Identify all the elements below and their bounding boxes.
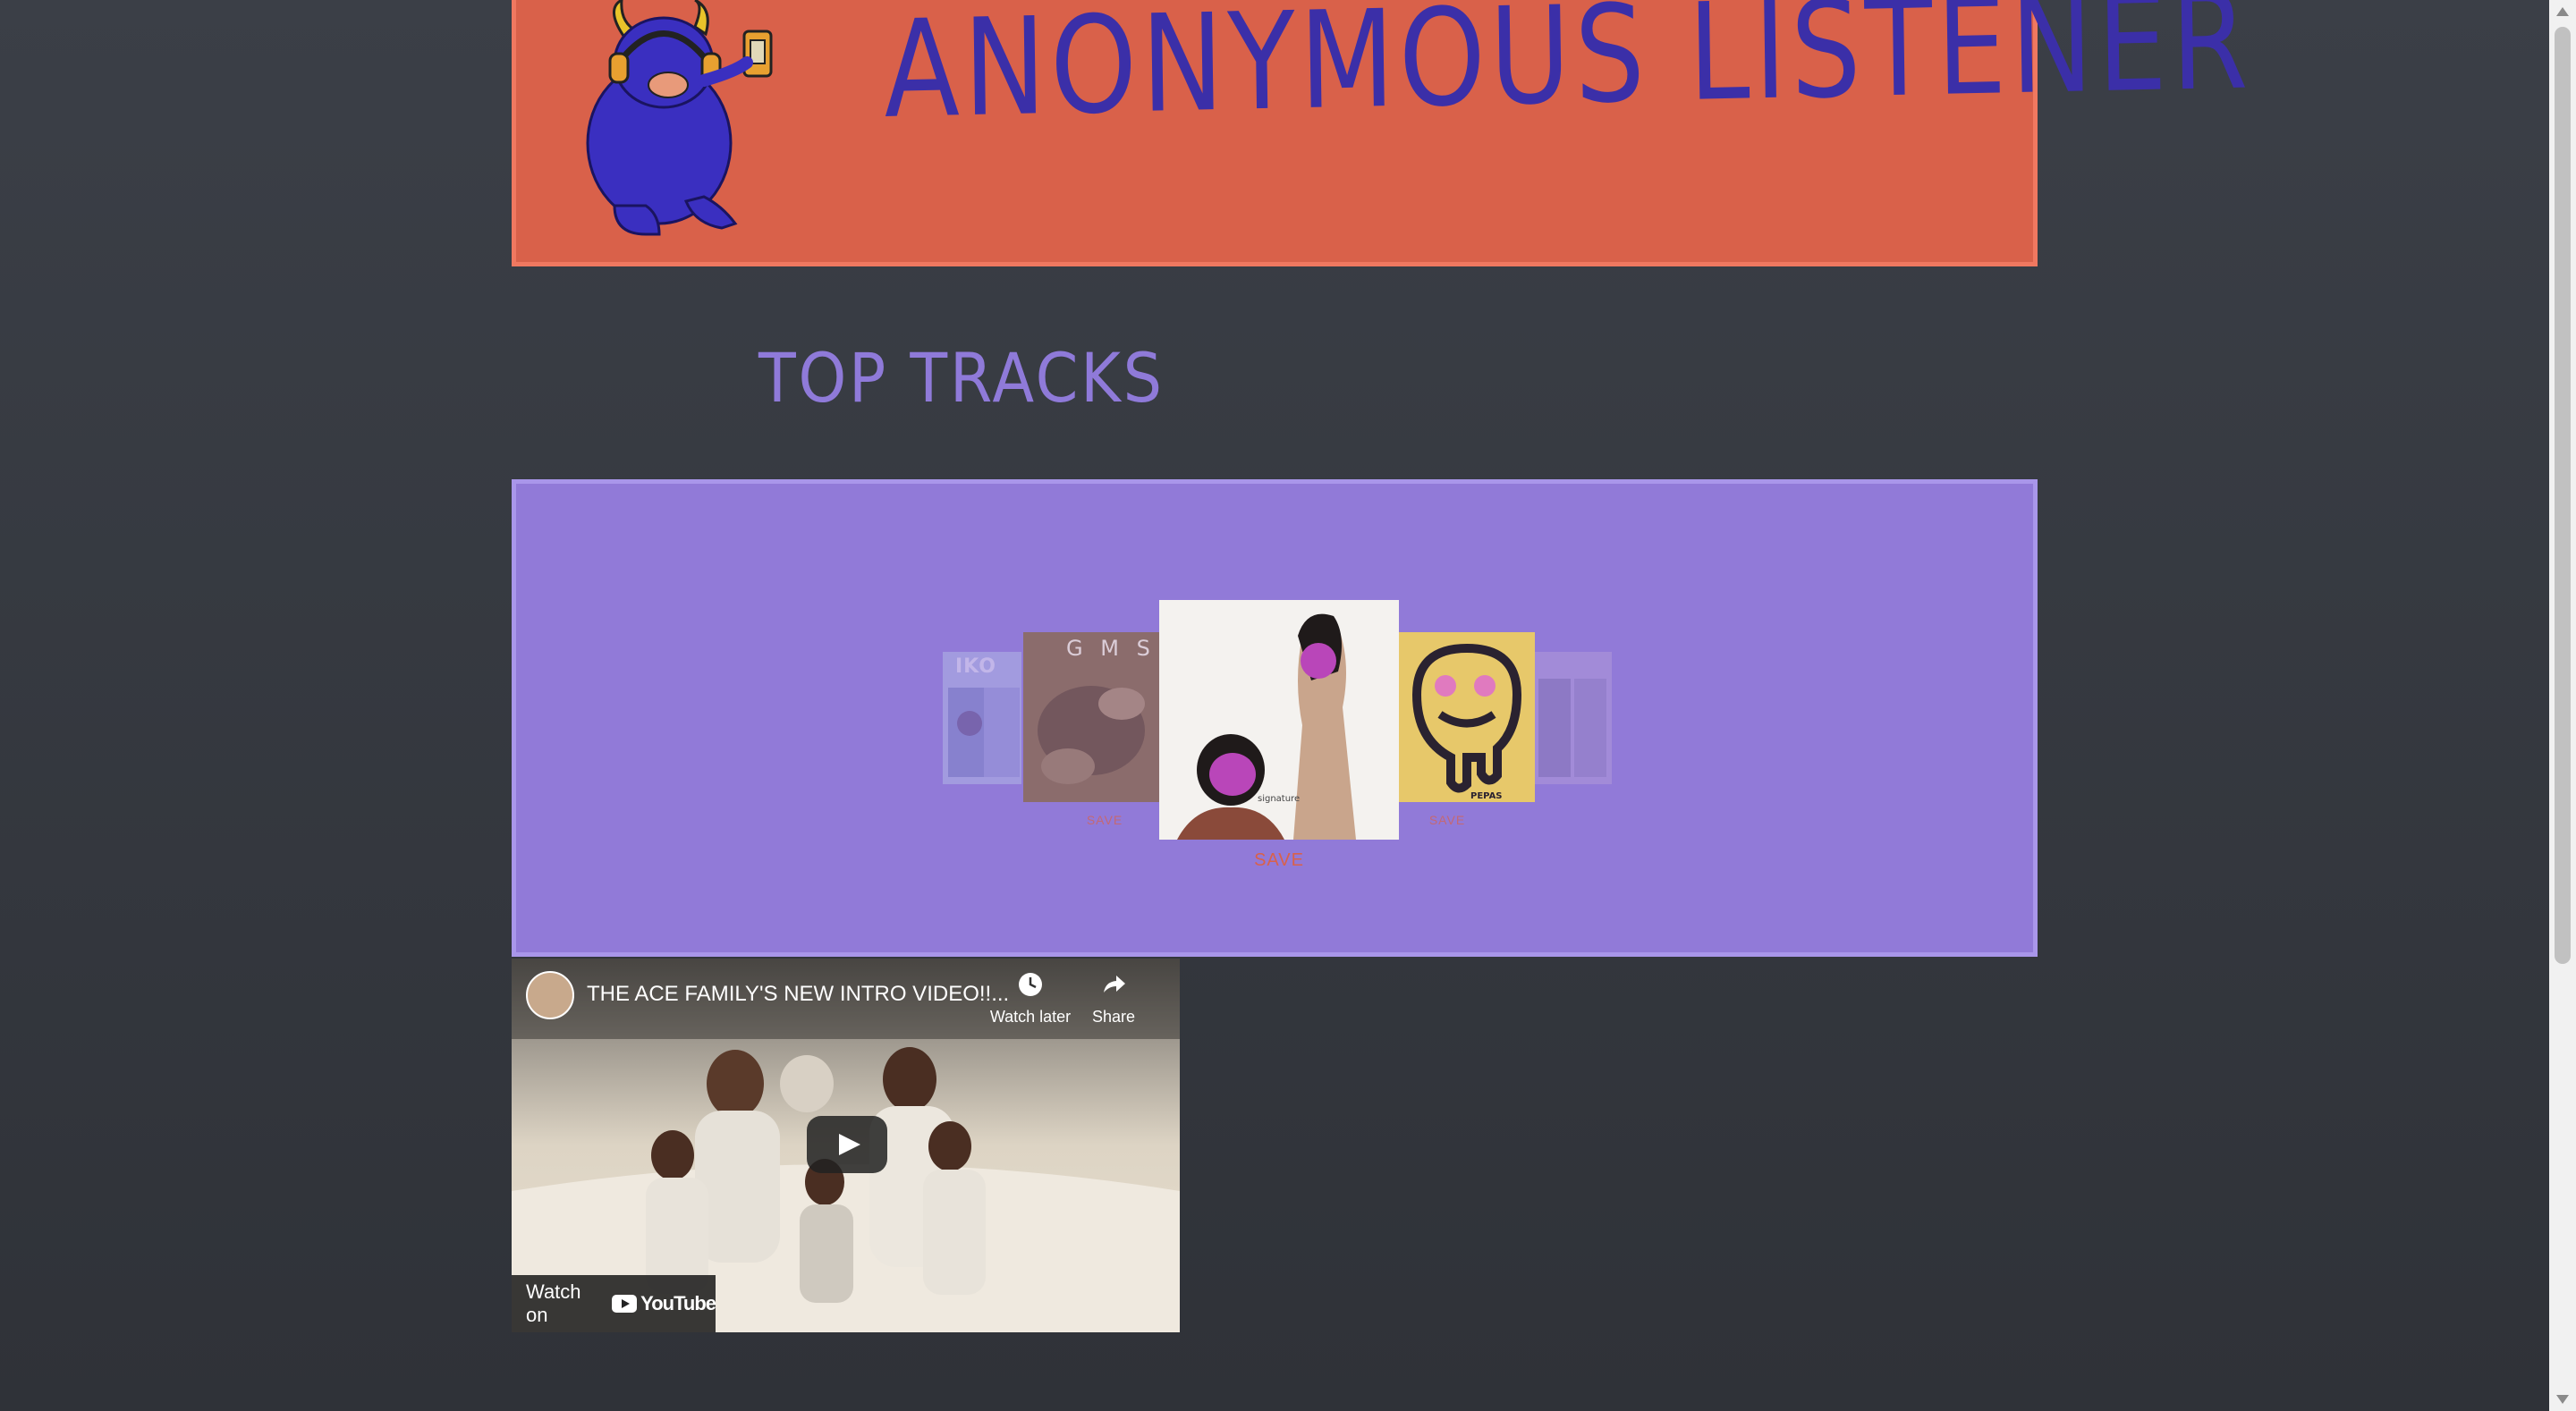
play-button[interactable] [807,1116,887,1173]
album-cover-center[interactable]: signature [1159,600,1399,840]
album-cover-5[interactable] [1535,652,1612,784]
save-button[interactable]: SAVE [1428,813,1467,827]
save-button[interactable]: SAVE [1246,850,1312,871]
youtube-play-icon [612,1295,638,1313]
album-label: G M S [1066,636,1156,661]
page-scrollbar[interactable] [2549,0,2576,1411]
watch-later-button[interactable]: Watch later [986,971,1075,1027]
album-cover-1[interactable]: IKO [943,652,1021,784]
site-title: ANONYMOUS LISTENER [883,0,2253,148]
album-label: PEPAS [1470,791,1503,801]
site-header: ANONYMOUS LISTENER [512,0,2253,266]
clock-icon [1019,973,1042,996]
youtube-logo-text: YouTube [640,1292,716,1314]
watch-on-youtube-button[interactable]: Watch on YouTube [512,1275,716,1332]
watch-on-label: Watch on [526,1280,581,1326]
channel-avatar[interactable] [526,971,574,1019]
svg-text:signature: signature [1258,794,1300,804]
album-label: IKO [955,655,996,678]
youtube-video-embed[interactable]: THE ACE FAMILY'S NEW INTRO VIDEO!!... Wa… [512,959,1180,1332]
watch-later-label: Watch later [989,1008,1072,1026]
album-cover-smiley[interactable]: PEPAS [1399,632,1535,802]
save-button[interactable]: SAVE [1085,813,1124,827]
top-tracks-carousel[interactable]: IKO G M S SAVE signature SAVE PEPAS SAVE [512,479,2038,957]
video-title[interactable]: THE ACE FAMILY'S NEW INTRO VIDEO!!... [587,982,1009,1007]
youtube-logo: YouTube [612,1292,716,1315]
share-icon [1104,976,1125,993]
scrollbar-thumb[interactable] [2555,27,2571,964]
share-button[interactable]: Share [1082,971,1145,1027]
scroll-down-icon[interactable] [2556,1395,2569,1404]
share-label: Share [1091,1008,1136,1026]
bison-mascot-logo [586,0,773,236]
album-cover-2[interactable]: G M S [1023,632,1159,802]
scroll-up-icon[interactable] [2556,7,2569,16]
page-title: TOP TRACKS [758,338,1165,418]
